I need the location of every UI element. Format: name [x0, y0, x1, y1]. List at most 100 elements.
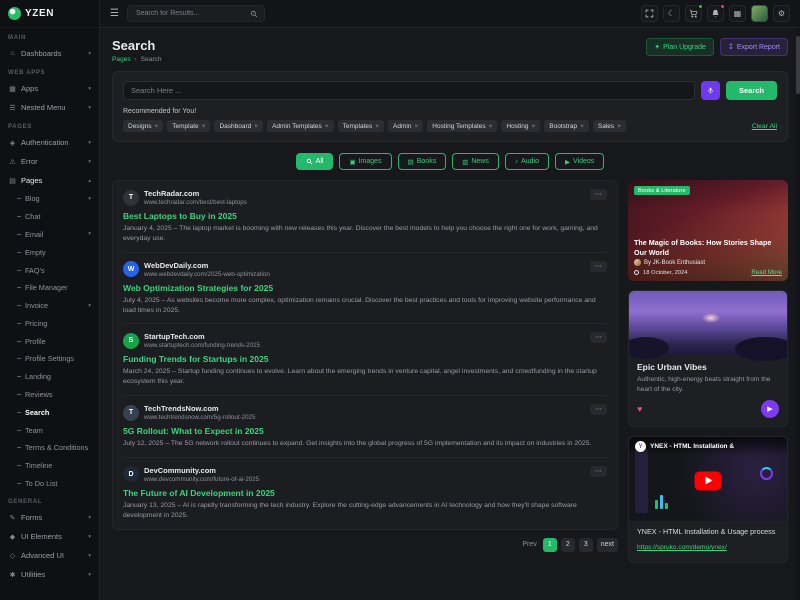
export-report-button[interactable]: ↧ Export Report — [720, 38, 788, 56]
remove-tag-icon[interactable]: × — [325, 123, 329, 130]
result-title-link[interactable]: Funding Trends for Startups in 2025 — [123, 354, 607, 364]
result-options-button[interactable]: ⋯ — [590, 332, 607, 343]
theme-toggle-button[interactable]: ☾ — [663, 5, 680, 22]
tag-templates[interactable]: Templates× — [338, 120, 384, 132]
tag-sales[interactable]: Sales× — [593, 120, 626, 132]
sidebar-item-invoice[interactable]: Invoice▾ — [0, 297, 99, 315]
sidebar-item-file-manager[interactable]: File Manager — [0, 279, 99, 297]
menu-toggle-icon[interactable]: ☰ — [110, 9, 119, 19]
plan-upgrade-button[interactable]: ✦ Plan Upgrade — [646, 38, 714, 56]
tag-hosting-templates[interactable]: Hosting Templates× — [427, 120, 497, 132]
brand[interactable]: YZEN — [0, 0, 99, 28]
sidebar-item-faqs[interactable]: FAQ's — [0, 261, 99, 279]
breadcrumb-parent[interactable]: Pages — [112, 56, 131, 63]
read-more-link[interactable]: Read More — [751, 269, 782, 276]
tag-designs[interactable]: Designs× — [123, 120, 163, 132]
tag-admin-templates[interactable]: Admin Templates× — [267, 120, 334, 132]
result-title-link[interactable]: The Future of AI Development in 2025 — [123, 488, 607, 498]
sidebar-item-authentication[interactable]: ◈ Authentication ▾ — [0, 133, 99, 152]
sidebar-item-advanced-ui[interactable]: ◇ Advanced UI ▾ — [0, 546, 99, 565]
sidebar-item-timeline[interactable]: Timeline — [0, 457, 99, 475]
sidebar-item-forms[interactable]: ✎ Forms ▾ — [0, 508, 99, 527]
filter-books-button[interactable]: ▤Books — [398, 153, 447, 170]
sidebar-item-reviews[interactable]: Reviews — [0, 386, 99, 404]
result-url[interactable]: www.techtrendsnow.com/5g-rollout-2025 — [144, 414, 255, 421]
featured-article-card[interactable]: Books & Literature The Magic of Books: H… — [628, 180, 788, 281]
pagination-next[interactable]: next — [597, 538, 618, 552]
fullscreen-button[interactable] — [641, 5, 658, 22]
tag-bootstrap[interactable]: Bootstrap× — [544, 120, 589, 132]
scrollbar-thumb[interactable] — [796, 36, 800, 94]
video-link[interactable]: https://spruko.com/demo/ynex/ — [637, 544, 727, 551]
search-button[interactable]: Search — [726, 81, 777, 100]
result-title-link[interactable]: 5G Rollout: What to Expect in 2025 — [123, 426, 607, 436]
sidebar-item-profile-settings[interactable]: Profile Settings — [0, 350, 99, 368]
sidebar-item-search[interactable]: Search — [0, 403, 99, 421]
pagination-page-1[interactable]: 1 — [543, 538, 557, 552]
sidebar-item-chat[interactable]: Chat — [0, 208, 99, 226]
sidebar-item-utilities[interactable]: ✱ Utilities ▾ — [0, 565, 99, 584]
filter-all-button[interactable]: All — [296, 153, 334, 170]
sidebar-item-ui-elements[interactable]: ◆ UI Elements ▾ — [0, 527, 99, 546]
sidebar-item-email[interactable]: Email▾ — [0, 226, 99, 244]
sidebar-item-terms-conditions[interactable]: Terms & Conditions — [0, 439, 99, 457]
remove-tag-icon[interactable]: × — [489, 123, 493, 130]
voice-search-button[interactable] — [701, 81, 720, 100]
sidebar-item-apps[interactable]: ▦ Apps ▾ — [0, 79, 99, 98]
sidebar-item-pages[interactable]: ▤ Pages ▴ — [0, 171, 99, 190]
result-title-link[interactable]: Best Laptops to Buy in 2025 — [123, 211, 607, 221]
like-heart-icon[interactable]: ♥ — [637, 405, 642, 414]
sidebar-item-pricing[interactable]: Pricing — [0, 314, 99, 332]
clear-all-link[interactable]: Clear All — [752, 123, 777, 130]
category-badge[interactable]: Books & Literature — [634, 186, 690, 195]
filter-audio-button[interactable]: ♪Audio — [505, 153, 549, 170]
result-url[interactable]: www.devcommunity.com/future-of-ai-2025 — [144, 476, 259, 483]
tag-dashboard[interactable]: Dashboard× — [214, 120, 263, 132]
result-url[interactable]: www.startuptech.com/funding-trends-2025 — [144, 342, 260, 349]
apps-launcher-button[interactable]: ▦ — [729, 5, 746, 22]
play-track-button[interactable]: ▶ — [761, 400, 779, 418]
remove-tag-icon[interactable]: × — [254, 123, 258, 130]
settings-button[interactable]: ⚙ — [773, 5, 790, 22]
search-input[interactable] — [123, 81, 695, 100]
notifications-button[interactable] — [707, 5, 724, 22]
filter-images-button[interactable]: ▣Images — [339, 153, 391, 170]
cart-button[interactable] — [685, 5, 702, 22]
profile-avatar[interactable] — [751, 5, 768, 22]
result-options-button[interactable]: ⋯ — [590, 261, 607, 272]
youtube-play-button[interactable] — [695, 471, 722, 490]
sidebar-item-profile[interactable]: Profile — [0, 332, 99, 350]
pagination-page-2[interactable]: 2 — [561, 538, 575, 552]
result-options-button[interactable]: ⋯ — [590, 466, 607, 477]
result-url[interactable]: www.webdevdaily.com/2025-web-optimizatio… — [144, 271, 270, 278]
global-search-input[interactable] — [134, 9, 246, 18]
sidebar-item-blog[interactable]: Blog▾ — [0, 190, 99, 208]
remove-tag-icon[interactable]: × — [154, 123, 158, 130]
remove-tag-icon[interactable]: × — [617, 123, 621, 130]
tag-template[interactable]: Template× — [167, 120, 210, 132]
remove-tag-icon[interactable]: × — [202, 123, 206, 130]
result-title-link[interactable]: Web Optimization Strategies for 2025 — [123, 283, 607, 293]
music-cover-image[interactable] — [629, 291, 787, 355]
remove-tag-icon[interactable]: × — [580, 123, 584, 130]
sidebar-item-nested-menu[interactable]: ☰ Nested Menu ▾ — [0, 98, 99, 117]
sidebar-item-dashboards[interactable]: ⌂ Dashboards ▾ — [0, 44, 99, 63]
video-thumbnail[interactable]: Y YNEX - HTML Installation & — [629, 437, 787, 521]
tag-hosting[interactable]: Hosting× — [501, 120, 540, 132]
global-search[interactable] — [127, 5, 265, 22]
result-options-button[interactable]: ⋯ — [590, 404, 607, 415]
sidebar-item-team[interactable]: Team — [0, 421, 99, 439]
remove-tag-icon[interactable]: × — [531, 123, 535, 130]
result-url[interactable]: www.techradar.com/best/best-laptops — [144, 199, 247, 206]
pagination-page-3[interactable]: 3 — [579, 538, 593, 552]
remove-tag-icon[interactable]: × — [414, 123, 418, 130]
filter-videos-button[interactable]: ▶Videos — [555, 153, 604, 170]
remove-tag-icon[interactable]: × — [375, 123, 379, 130]
result-options-button[interactable]: ⋯ — [590, 189, 607, 200]
tag-admin[interactable]: Admin× — [388, 120, 423, 132]
sidebar-item-landing[interactable]: Landing — [0, 368, 99, 386]
sidebar-item-error[interactable]: ⚠ Error ▾ — [0, 152, 99, 171]
filter-news-button[interactable]: ▥News — [452, 153, 499, 170]
sidebar-item-empty[interactable]: Empty — [0, 243, 99, 261]
pagination-prev[interactable]: Prev — [522, 541, 536, 548]
